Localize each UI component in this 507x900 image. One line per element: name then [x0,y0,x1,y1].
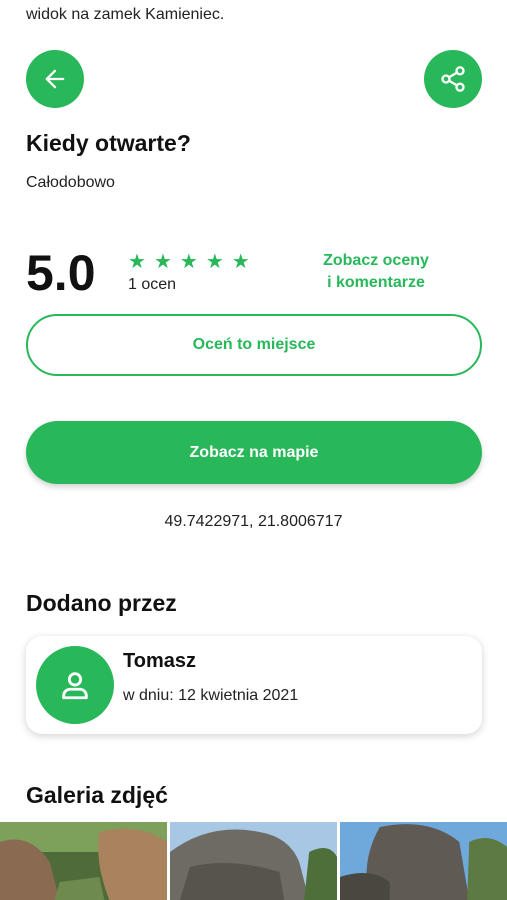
description-text: widok na zamek Kamieniec. [26,6,225,23]
show-on-map-button[interactable]: Zobacz na mapie [26,421,482,484]
avatar [36,646,114,724]
rating-count: 1 ocen [128,276,177,293]
back-button[interactable] [26,50,84,108]
user-card[interactable]: Tomasz w dniu: 12 kwietnia 2021 [26,636,482,734]
gallery-photo[interactable] [170,822,337,900]
rating-score: 5.0 [26,245,96,301]
person-icon [62,672,88,700]
added-date: w dniu: 12 kwietnia 2021 [123,687,299,704]
star-rating: ★ ★ ★ ★ ★ [128,252,250,272]
see-ratings-line2[interactable]: i komentarze [300,272,452,294]
gallery-title: Galeria zdjęć [26,782,168,808]
rock-photo-image [170,822,337,900]
star-icon: ★ [231,251,250,273]
photo-gallery [0,822,507,900]
gallery-photo[interactable] [0,822,167,900]
gallery-photo[interactable] [340,822,507,900]
opening-hours-title: Kiedy otwarte? [26,130,191,156]
rock-photo-image [340,822,507,900]
share-icon [441,66,465,92]
star-icon: ★ [128,251,146,273]
added-by-title: Dodano przez [26,590,177,616]
star-icon: ★ [205,251,224,273]
arrow-left-icon [45,69,65,89]
opening-hours-value: Całodobowo [26,174,115,191]
coordinates: 49.7422971, 21.8006717 [164,513,343,530]
star-icon: ★ [153,251,172,273]
rock-photo-image [0,822,167,900]
user-name: Tomasz [123,650,196,672]
star-icon: ★ [179,251,198,273]
rate-place-button[interactable]: Oceń to miejsce [26,314,482,376]
see-ratings-line1[interactable]: Zobacz oceny [300,250,452,272]
see-ratings-link[interactable]: Zobacz oceny i komentarze [300,250,452,294]
share-button[interactable] [424,50,482,108]
